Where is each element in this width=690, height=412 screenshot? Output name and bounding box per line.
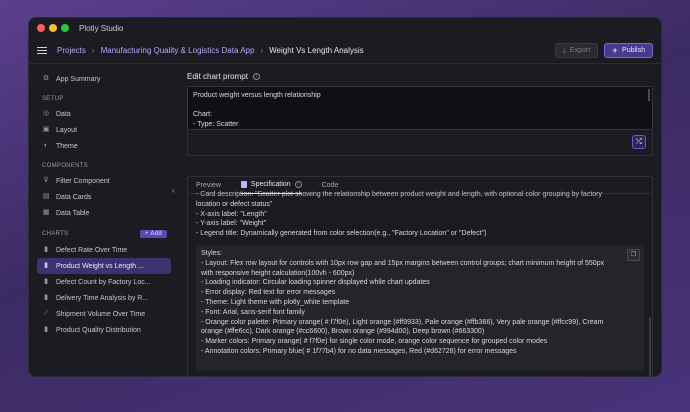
spec-line: - X-axis label: "Length" bbox=[196, 210, 267, 218]
styles-line: orange (#ffe6cc), Dark orange (#cc6600),… bbox=[201, 328, 485, 336]
breadcrumb-app[interactable]: Manufacturing Quality & Logistics Data A… bbox=[101, 46, 255, 55]
sidebar-item-theme[interactable]: ◐ Theme bbox=[37, 138, 171, 154]
copy-button[interactable]: ❐ bbox=[627, 248, 640, 261]
spec-line: - Card description: "Scatter plot showin… bbox=[196, 191, 602, 198]
info-icon[interactable]: i bbox=[294, 181, 302, 188]
info-icon[interactable]: i bbox=[252, 73, 260, 80]
sidebar-item-chart-active[interactable]: ▮ Product Weight vs Length ... bbox=[37, 258, 171, 274]
close-window-button[interactable] bbox=[37, 24, 45, 32]
spec-line: - Y-axis label: "Weight" bbox=[196, 220, 267, 228]
settings-icon: ⚙ bbox=[42, 75, 50, 82]
app-title: Plotly Studio bbox=[79, 23, 124, 33]
sidebar-item-app-summary[interactable]: ⚙ App Summary bbox=[37, 71, 171, 87]
styles-line: - Theme: Light theme with plotly_white t… bbox=[201, 298, 350, 306]
sidebar-item-layout[interactable]: ▣ Layout bbox=[37, 122, 171, 138]
publish-button[interactable]: ✈ Publish bbox=[604, 43, 653, 58]
styles-line: - Loading indicator: Circular loading sp… bbox=[201, 279, 430, 287]
shuffle-icon: ⤭ bbox=[635, 137, 643, 146]
section-charts: CHARTS + Add bbox=[42, 230, 179, 238]
bar-chart-icon: ▮ bbox=[44, 294, 48, 301]
prompt-actions: ⤭ bbox=[187, 130, 653, 156]
breadcrumb-separator-icon: › bbox=[91, 46, 95, 55]
section-components: COMPONENTS bbox=[42, 163, 89, 169]
styles-line: Styles: bbox=[201, 249, 223, 257]
sidebar-item-filter-component[interactable]: ⊽ Filter Component bbox=[37, 173, 171, 189]
styles-block: ❐ Styles: - Layout: Flex row layout for … bbox=[196, 244, 644, 371]
publish-label: Publish bbox=[622, 47, 645, 54]
spec-line: location or defect status" bbox=[196, 200, 273, 208]
menu-icon[interactable] bbox=[37, 45, 47, 56]
prompt-header: Edit chart prompt i bbox=[187, 72, 653, 81]
sidebar-item-chart[interactable]: ▮ Defect Rate Over Time bbox=[37, 242, 171, 258]
bar-chart-icon: ▮ bbox=[44, 262, 48, 269]
filter-icon: ⊽ bbox=[43, 177, 49, 184]
styles-line: - Orange color palette: Primary orange( … bbox=[201, 318, 604, 326]
copy-icon: ❐ bbox=[630, 251, 637, 258]
sidebar-item-chart[interactable]: ▮ Product Quality Distribution bbox=[37, 322, 171, 338]
breadcrumb-separator-icon: › bbox=[260, 46, 264, 55]
rocket-icon: ✈ bbox=[612, 47, 619, 55]
sidebar-item-data-cards[interactable]: ▤ Data Cards bbox=[37, 189, 171, 205]
sidebar-item-chart[interactable]: ▮ Defect Count by Factory Loc... bbox=[37, 274, 171, 290]
line-chart-icon: ⟋ bbox=[43, 310, 49, 317]
spec-scrollbar[interactable] bbox=[649, 317, 651, 376]
bar-chart-icon: ▮ bbox=[44, 326, 48, 333]
sidebar: ⚙ App Summary SETUP ◎ Data ▣ Layout ◐ Th… bbox=[29, 65, 179, 376]
styles-line: - Font: Arial, sans-serif font family bbox=[201, 308, 305, 316]
main-panel: Edit chart prompt i Product weight versu… bbox=[187, 65, 653, 376]
sidebar-item-chart[interactable]: ⟋ Shipment Volume Over Time bbox=[37, 306, 171, 322]
section-setup: SETUP bbox=[42, 96, 64, 102]
database-icon: ◎ bbox=[42, 110, 50, 117]
export-button[interactable]: ⤓ Export bbox=[554, 43, 599, 58]
collapse-sidebar-icon[interactable]: ‹ bbox=[172, 186, 175, 195]
breadcrumb-projects[interactable]: Projects bbox=[57, 46, 86, 55]
maximize-window-button[interactable] bbox=[61, 24, 69, 32]
bar-chart-icon: ▮ bbox=[44, 278, 48, 285]
sidebar-item-data[interactable]: ◎ Data bbox=[37, 106, 171, 122]
layout-icon: ▣ bbox=[42, 126, 50, 133]
sidebar-item-data-table[interactable]: ▦ Data Table bbox=[37, 205, 171, 221]
breadcrumb-current: Weight Vs Length Analysis bbox=[269, 46, 364, 55]
styles-line: - Marker colors: Primary orange( # f7f0e… bbox=[201, 338, 548, 346]
prompt-textarea[interactable]: Product weight versus length relationshi… bbox=[187, 86, 653, 130]
palette-icon: ◐ bbox=[43, 142, 49, 149]
title-bar: Plotly Studio bbox=[29, 18, 661, 38]
add-chart-button[interactable]: + Add bbox=[139, 230, 167, 238]
styles-line: - Error display: Red text for error mess… bbox=[201, 289, 336, 297]
document-icon bbox=[240, 181, 247, 188]
top-bar: Projects › Manufacturing Quality & Logis… bbox=[29, 38, 661, 64]
prompt-heading: Edit chart prompt bbox=[187, 72, 248, 81]
spec-content: - Card description: "Scatter plot showin… bbox=[188, 190, 652, 371]
prompt-scrollbar[interactable] bbox=[648, 89, 650, 101]
spec-panel: Preview Specification i Code - Card desc… bbox=[187, 176, 653, 376]
styles-line: - Layout: Flex row layout for controls w… bbox=[201, 259, 605, 267]
export-label: Export bbox=[569, 47, 591, 54]
app-window: Plotly Studio Projects › Manufacturing Q… bbox=[28, 17, 662, 377]
styles-line: with responsive height calculation(100vh… bbox=[201, 269, 355, 277]
bar-chart-icon: ▮ bbox=[44, 246, 48, 253]
styles-line: - Annotation colors: Primary blue( # 1f7… bbox=[201, 347, 517, 355]
export-icon: ⤓ bbox=[562, 46, 566, 54]
regenerate-button[interactable]: ⤭ bbox=[632, 135, 646, 149]
spec-line: - Legend title: Dynamically generated fr… bbox=[196, 230, 487, 238]
minimize-window-button[interactable] bbox=[49, 24, 57, 32]
cards-icon: ▤ bbox=[42, 193, 50, 200]
sidebar-item-chart[interactable]: ▮ Delivery Time Analysis by R... bbox=[37, 290, 171, 306]
table-icon: ▦ bbox=[42, 209, 50, 216]
